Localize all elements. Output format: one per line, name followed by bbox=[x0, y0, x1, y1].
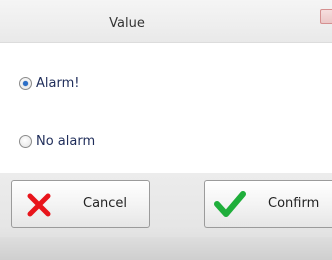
confirm-button-label: Confirm bbox=[268, 196, 320, 211]
dialog-content bbox=[0, 43, 332, 173]
cancel-button-label: Cancel bbox=[83, 196, 128, 211]
radio-label-alarm: Alarm! bbox=[36, 75, 80, 91]
green-check-icon bbox=[214, 191, 246, 217]
title-bar: Value bbox=[0, 0, 332, 43]
radio-option-no-alarm[interactable]: No alarm bbox=[19, 133, 95, 149]
value-dialog: Value Alarm! No alarm Cancel Confirm bbox=[0, 0, 332, 260]
red-x-icon bbox=[27, 193, 51, 217]
confirm-button[interactable]: Confirm bbox=[204, 180, 332, 228]
dialog-title: Value bbox=[109, 16, 145, 31]
close-button[interactable] bbox=[320, 9, 332, 24]
radio-button-no-alarm[interactable] bbox=[19, 134, 32, 148]
radio-option-alarm[interactable]: Alarm! bbox=[19, 75, 79, 91]
button-bar-bottom bbox=[0, 237, 332, 260]
cancel-button[interactable]: Cancel bbox=[11, 180, 150, 228]
radio-label-no-alarm: No alarm bbox=[36, 133, 96, 149]
radio-button-alarm[interactable] bbox=[19, 76, 32, 90]
